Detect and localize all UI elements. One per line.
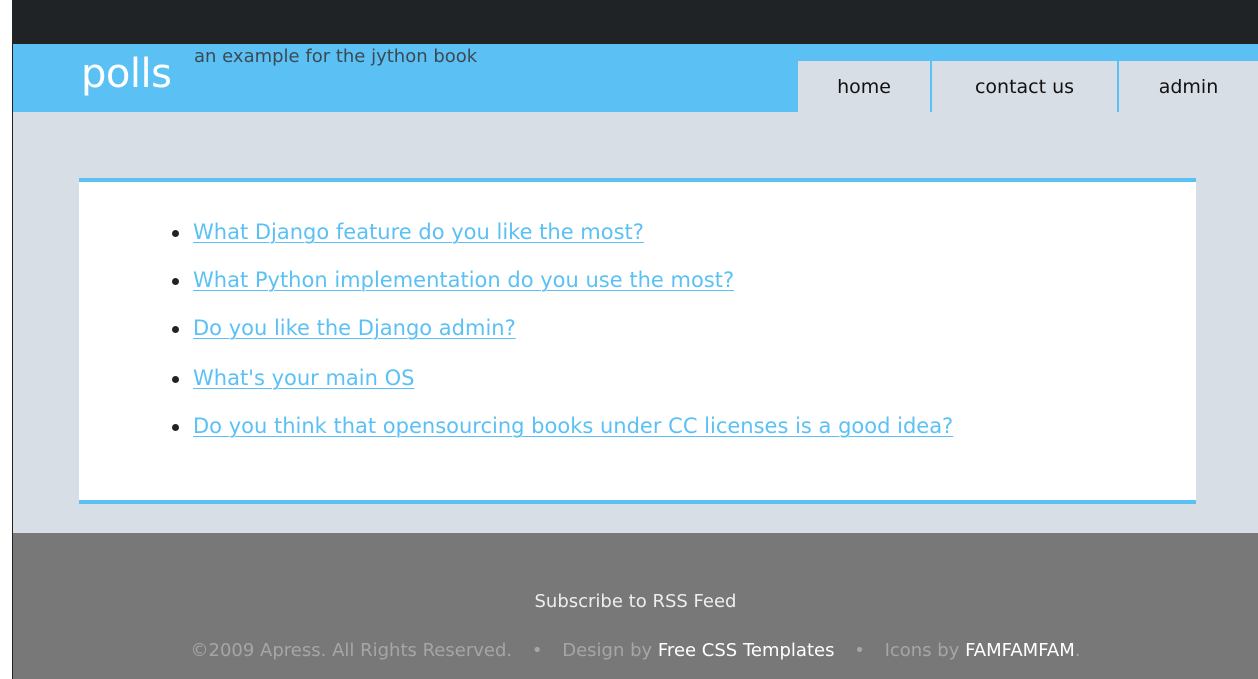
page: polls an example for the jython book hom… xyxy=(13,0,1258,679)
poll-item: What Python implementation do you use th… xyxy=(172,266,734,294)
copyright-text: ©2009 Apress. All Rights Reserved. xyxy=(190,640,513,661)
nav-admin-link[interactable]: admin xyxy=(1119,61,1258,112)
site-logo[interactable]: polls xyxy=(81,50,172,98)
separator-dot: • xyxy=(531,640,543,661)
icons-by-label: Icons by xyxy=(884,640,960,661)
separator-dot: • xyxy=(854,640,865,661)
bullet-icon xyxy=(172,278,179,285)
poll-link[interactable]: What Python implementation do you use th… xyxy=(193,268,734,292)
poll-item: Do you think that opensourcing books und… xyxy=(172,412,953,440)
footer-credits: ©2009 Apress. All Rights Reserved. • Des… xyxy=(13,638,1258,664)
poll-item: What Django feature do you like the most… xyxy=(172,218,644,246)
bullet-icon xyxy=(172,376,179,383)
credits-period: . xyxy=(1074,640,1081,661)
poll-item: Do you like the Django admin? xyxy=(172,314,516,342)
icons-credit-link[interactable]: FAMFAMFAM xyxy=(965,640,1075,661)
poll-link[interactable]: What Django feature do you like the most… xyxy=(193,220,644,244)
site-tagline: an example for the jython book xyxy=(194,46,478,67)
bullet-icon xyxy=(172,230,179,237)
window-left-edge xyxy=(0,0,12,679)
design-credit-link[interactable]: Free CSS Templates xyxy=(658,640,835,661)
poll-link[interactable]: Do you think that opensourcing books und… xyxy=(193,414,953,438)
poll-link[interactable]: What's your main OS xyxy=(193,366,414,390)
poll-item: What's your main OS xyxy=(172,364,414,392)
poll-list-panel: What Django feature do you like the most… xyxy=(79,178,1196,504)
poll-link[interactable]: Do you like the Django admin? xyxy=(193,316,516,340)
design-by-label: Design by xyxy=(562,640,653,661)
bullet-icon xyxy=(172,326,179,333)
main-nav: home contact us admin xyxy=(798,61,1258,112)
top-bar xyxy=(13,0,1258,44)
nav-contact-link[interactable]: contact us xyxy=(932,61,1119,112)
nav-home-link[interactable]: home xyxy=(798,61,932,112)
bullet-icon xyxy=(172,424,179,431)
rss-feed-link[interactable]: Subscribe to RSS Feed xyxy=(13,589,1258,615)
